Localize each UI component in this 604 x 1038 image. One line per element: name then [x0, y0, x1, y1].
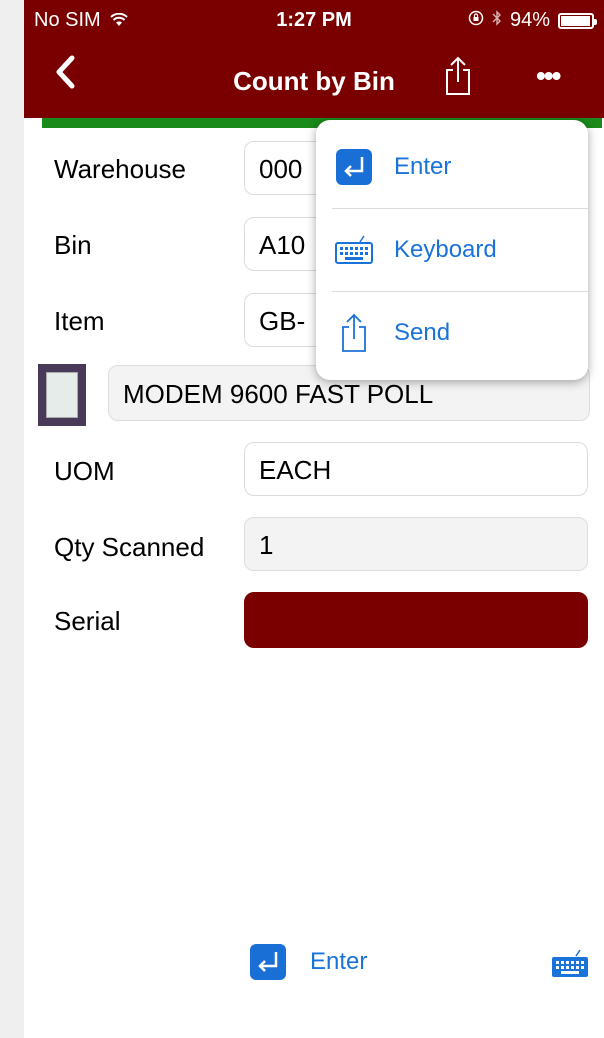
menu-item-label: Keyboard [394, 236, 497, 263]
toolbar-enter-label: Enter [310, 948, 368, 975]
uom-field[interactable]: EACH [244, 442, 588, 496]
share-button[interactable] [444, 56, 472, 101]
orientation-lock-icon [468, 9, 484, 32]
page-title: Count by Bin [233, 66, 395, 96]
navigation-bar: Count by Bin ••• [24, 40, 604, 118]
more-button[interactable]: ••• [536, 60, 561, 92]
status-right: 94% [468, 9, 597, 32]
toolbar-enter-button[interactable]: Enter [250, 944, 367, 980]
app-screen: No SIM 1:27 PM 94% Count by Bin ••• Ware… [24, 0, 604, 1038]
menu-item-keyboard[interactable]: Keyboard [316, 209, 588, 291]
qty-scanned-label: Qty Scanned [54, 532, 205, 562]
item-label: Item [54, 306, 105, 336]
battery-icon [558, 12, 597, 29]
share-icon [334, 313, 374, 353]
status-bar: No SIM 1:27 PM 94% [24, 0, 604, 40]
keyboard-icon [334, 230, 374, 270]
enter-icon [250, 944, 286, 980]
more-icon: ••• [536, 60, 561, 91]
menu-item-enter[interactable]: Enter [316, 126, 588, 208]
menu-item-send[interactable]: Send [316, 292, 588, 374]
more-menu-popover: Enter Keyboard Send [316, 120, 588, 380]
serial-label: Serial [54, 606, 121, 636]
bin-label: Bin [54, 230, 92, 260]
enter-icon [334, 147, 374, 187]
battery-percent: 94% [509, 9, 550, 31]
uom-label: UOM [54, 456, 115, 486]
keyboard-icon [552, 949, 588, 977]
share-icon [446, 56, 470, 95]
bluetooth-icon [492, 10, 502, 31]
menu-item-label: Enter [394, 153, 452, 180]
serial-field[interactable] [244, 592, 588, 648]
item-image[interactable] [38, 364, 86, 426]
toolbar-keyboard-button[interactable] [550, 948, 590, 985]
qty-scanned-field: 1 [244, 517, 588, 571]
menu-item-label: Send [394, 319, 451, 346]
warehouse-label: Warehouse [54, 154, 186, 184]
